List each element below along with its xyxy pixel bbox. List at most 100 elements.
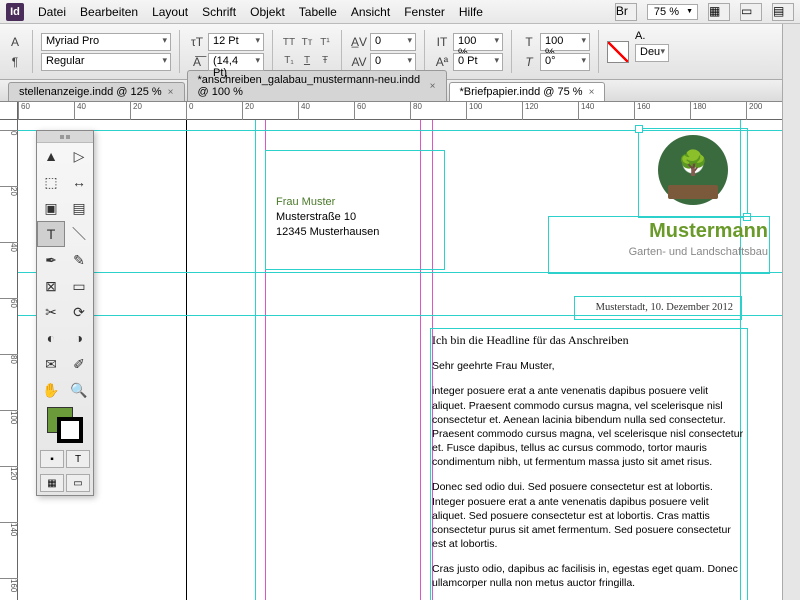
menu-window[interactable]: Fenster	[404, 5, 445, 19]
type-tool[interactable]: T	[37, 221, 65, 247]
superscript-button[interactable]: T¹	[317, 35, 333, 51]
fill-stroke-swatches[interactable]	[37, 403, 93, 447]
font-size-input[interactable]: 12 Pt	[208, 33, 264, 51]
char-mode-icon[interactable]: A	[6, 33, 24, 51]
baseline-input[interactable]: 0 Pt	[453, 53, 503, 71]
ruler-tick: 140	[578, 102, 594, 120]
bridge-icon[interactable]: Br	[615, 3, 637, 21]
recipient-street: Musterstraße 10	[276, 210, 434, 225]
doc-tab[interactable]: stellenanzeige.indd @ 125 % ×	[8, 82, 185, 101]
ruler-tick: 80	[410, 102, 422, 120]
ruler-tick: 40	[298, 102, 310, 120]
tree-icon: 🌳	[678, 149, 708, 178]
recipient-name: Frau Muster	[276, 195, 434, 210]
tracking-input[interactable]: 0	[370, 53, 416, 71]
font-style-dropdown[interactable]: Regular	[41, 53, 171, 71]
para-mode-icon[interactable]: ¶	[6, 53, 24, 71]
ruler-tick: 0	[0, 130, 18, 135]
ruler-tick: 180	[690, 102, 706, 120]
tab-label: stellenanzeige.indd @ 125 %	[19, 86, 162, 98]
ruler-tick: 40	[0, 242, 18, 252]
ruler-horizontal[interactable]: 60 40 20 0 20 40 60 80 100 120 140 160 1…	[18, 102, 800, 120]
vscale-input[interactable]: 100 %	[453, 33, 503, 51]
close-icon[interactable]: ×	[168, 87, 174, 98]
hscale-input[interactable]: 100 %	[540, 33, 590, 51]
note-tool[interactable]: ✉	[37, 351, 65, 377]
ruler-tick: 80	[0, 354, 18, 364]
kerning-input[interactable]: 0	[370, 33, 416, 51]
rectangle-tool[interactable]: ▭	[65, 273, 93, 299]
allcaps-button[interactable]: TT	[281, 35, 297, 51]
menu-type[interactable]: Schrift	[202, 5, 236, 19]
apply-color-button[interactable]: ▪	[40, 450, 64, 468]
app-icon: Id	[6, 3, 24, 21]
logo-frame-selected[interactable]: 🌳	[638, 128, 748, 218]
ruler-tick: 100	[466, 102, 482, 120]
date-frame[interactable]: Musterstadt, 10. Dezember 2012	[574, 296, 742, 320]
ruler-tick: 140	[0, 522, 18, 536]
selection-tool[interactable]: ▲	[37, 143, 65, 169]
margin-guide	[255, 120, 256, 600]
menu-object[interactable]: Objekt	[250, 5, 285, 19]
smallcaps-button[interactable]: Tᴛ	[299, 35, 315, 51]
gradient-feather-tool[interactable]: ◑	[65, 325, 93, 351]
rectangle-frame-tool[interactable]: ⊠	[37, 273, 65, 299]
document-tabs: stellenanzeige.indd @ 125 %× *anschreibe…	[0, 80, 800, 102]
eyedropper-tool[interactable]: ✐	[65, 351, 93, 377]
tools-panel[interactable]: ▲ ▷ ⬚ ↔ ▣ ▤ T ＼ ✒ ✎ ⊠ ▭ ✂ ⟳ ◐ ◑ ✉ ✐ ✋ 🔍 …	[36, 130, 94, 496]
free-transform-tool[interactable]: ⟳	[65, 299, 93, 325]
pencil-tool[interactable]: ✎	[65, 247, 93, 273]
content-collector-tool[interactable]: ▣	[37, 195, 65, 221]
right-panel-dock[interactable]	[782, 24, 800, 600]
menu-layout[interactable]: Layout	[152, 5, 188, 19]
view-options-icon[interactable]: ▦	[708, 3, 730, 21]
font-family-dropdown[interactable]: Myriad Pro	[41, 33, 171, 51]
ruler-tick: 160	[0, 578, 18, 592]
line-tool[interactable]: ＼	[65, 221, 93, 247]
zoom-tool[interactable]: 🔍	[65, 377, 93, 403]
ruler-tick: 100	[0, 410, 18, 424]
normal-view-button[interactable]: ▦	[40, 474, 64, 492]
hand-tool[interactable]: ✋	[37, 377, 65, 403]
body-frame-outline	[430, 328, 748, 600]
page-tool[interactable]: ⬚	[37, 169, 65, 195]
gradient-swatch-tool[interactable]: ◐	[37, 325, 65, 351]
page-canvas[interactable]: Frau Muster Musterstraße 10 12345 Muster…	[18, 120, 800, 600]
menu-table[interactable]: Tabelle	[299, 5, 337, 19]
strike-button[interactable]: Ŧ	[317, 53, 333, 69]
ruler-tick: 60	[354, 102, 366, 120]
content-placer-tool[interactable]: ▤	[65, 195, 93, 221]
menu-view[interactable]: Ansicht	[351, 5, 390, 19]
font-size-icon: τT	[188, 33, 206, 51]
close-icon[interactable]: ×	[589, 87, 595, 98]
menu-file[interactable]: Datei	[38, 5, 66, 19]
scissors-tool[interactable]: ✂	[37, 299, 65, 325]
screen-mode-icon[interactable]: ▭	[740, 3, 762, 21]
ruler-origin[interactable]	[0, 102, 18, 120]
address-frame[interactable]: Frau Muster Musterstraße 10 12345 Muster…	[265, 150, 445, 270]
gap-tool[interactable]: ↔	[65, 169, 93, 195]
preview-button[interactable]: ▭	[66, 474, 90, 492]
ruler-tick: 20	[242, 102, 254, 120]
arrange-icon[interactable]: ▤	[772, 3, 794, 21]
subscript-button[interactable]: T₁	[281, 53, 297, 69]
doc-tab[interactable]: *Briefpapier.indd @ 75 %×	[449, 82, 606, 101]
menu-help[interactable]: Hilfe	[459, 5, 483, 19]
skew-input[interactable]: 0°	[540, 53, 590, 71]
direct-selection-tool[interactable]: ▷	[65, 143, 93, 169]
leading-input[interactable]: (14,4 Pt)	[208, 53, 264, 71]
underline-button[interactable]: T	[299, 53, 315, 69]
zoom-dropdown[interactable]: 75 %	[647, 4, 698, 20]
caps-buttons: TT Tᴛ T¹	[281, 35, 333, 51]
fill-swatch[interactable]	[607, 41, 629, 63]
pen-tool[interactable]: ✒	[37, 247, 65, 273]
ruler-vertical[interactable]: 0 20 40 60 80 100 120 140 160	[0, 120, 18, 600]
stroke-color[interactable]	[57, 417, 83, 443]
ruler-tick: 20	[130, 102, 142, 120]
apply-gradient-button[interactable]: T	[66, 450, 90, 468]
close-icon[interactable]: ×	[430, 81, 436, 92]
language-dropdown[interactable]: Deu	[635, 44, 669, 62]
menu-edit[interactable]: Bearbeiten	[80, 5, 138, 19]
logo-graphic: 🌳	[658, 135, 728, 205]
panel-grip[interactable]	[37, 131, 93, 143]
